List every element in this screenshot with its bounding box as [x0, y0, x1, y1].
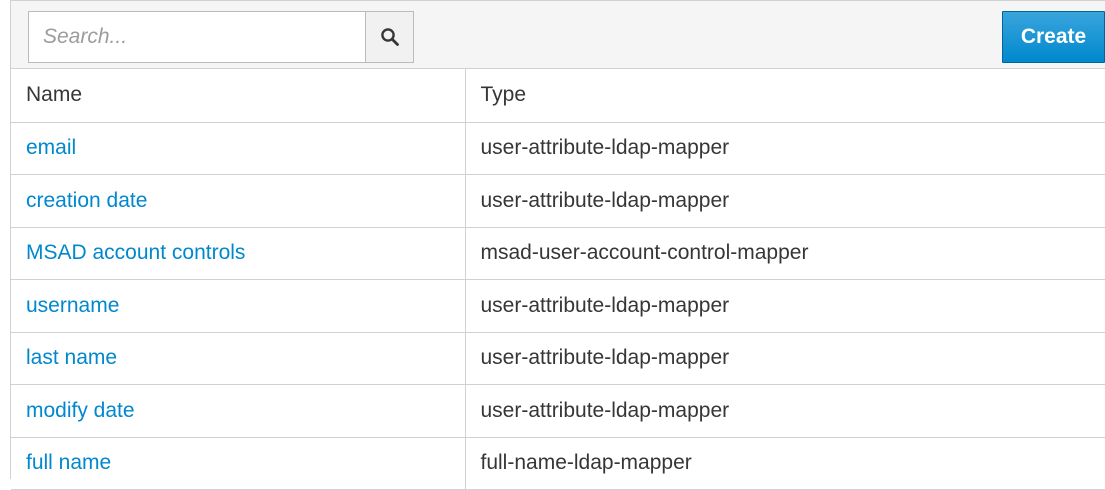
column-header-name[interactable]: Name [11, 69, 466, 123]
table-header-row: Name Type [11, 69, 1105, 123]
mapper-link[interactable]: username [26, 294, 119, 317]
table-toolbar: Create [11, 1, 1105, 69]
table-row: MSAD account controls msad-user-account-… [11, 227, 1105, 280]
table-row: creation date user-attribute-ldap-mapper [11, 174, 1105, 228]
column-header-type[interactable]: Type [465, 69, 1105, 123]
mappers-table: Name Type email user-attribute-ldap-mapp… [11, 69, 1105, 490]
table-row: modify date user-attribute-ldap-mapper [11, 384, 1105, 438]
search-input[interactable] [28, 11, 365, 63]
type-cell: user-attribute-ldap-mapper [465, 174, 1105, 228]
table-row: username user-attribute-ldap-mapper [11, 279, 1105, 333]
type-cell: user-attribute-ldap-mapper [465, 384, 1105, 438]
mapper-link[interactable]: MSAD account controls [26, 241, 245, 264]
table-row: full name full-name-ldap-mapper [11, 437, 1105, 490]
mapper-link[interactable]: email [26, 136, 76, 159]
type-cell: user-attribute-ldap-mapper [465, 332, 1105, 385]
search-button[interactable] [365, 11, 414, 63]
name-cell: email [11, 122, 466, 175]
mapper-link[interactable]: creation date [26, 189, 147, 212]
table-row: last name user-attribute-ldap-mapper [11, 332, 1105, 385]
type-cell: full-name-ldap-mapper [465, 437, 1105, 490]
name-cell: last name [11, 332, 466, 385]
create-button[interactable]: Create [1002, 11, 1105, 63]
mapper-link[interactable]: modify date [26, 399, 135, 422]
type-cell: msad-user-account-control-mapper [465, 227, 1105, 280]
name-cell: full name [11, 437, 466, 490]
type-cell: user-attribute-ldap-mapper [465, 122, 1105, 175]
type-cell: user-attribute-ldap-mapper [465, 279, 1105, 333]
search-icon [380, 28, 399, 46]
search-group [28, 11, 414, 63]
mappers-table-panel: Create Name Type email user-attribute-ld… [10, 0, 1105, 490]
name-cell: username [11, 279, 466, 333]
mapper-link[interactable]: last name [26, 346, 117, 369]
name-cell: MSAD account controls [11, 227, 466, 280]
name-cell: modify date [11, 384, 466, 438]
table-row: email user-attribute-ldap-mapper [11, 122, 1105, 175]
mapper-link[interactable]: full name [26, 451, 111, 474]
name-cell: creation date [11, 174, 466, 228]
